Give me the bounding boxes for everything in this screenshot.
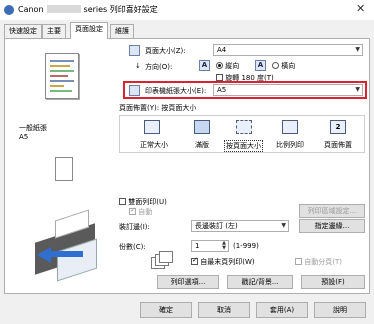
layout-scaled-icon[interactable]: [282, 120, 298, 134]
title-bar: Canon series 列印喜好設定 ✕: [0, 0, 374, 20]
printer-paper-size-select[interactable]: A5 ▼: [213, 84, 363, 96]
copies-range: (1-999): [233, 242, 259, 250]
binding-select[interactable]: 長邊裝訂 (左) ▼: [191, 220, 289, 232]
help-button[interactable]: 說明: [314, 302, 366, 318]
landscape-icon: A: [255, 60, 266, 71]
stamp-background-button[interactable]: 戳記/背景...: [227, 275, 293, 289]
printer-icon: [129, 85, 140, 96]
copies-value: 1: [195, 242, 200, 250]
landscape-radio[interactable]: [272, 62, 279, 69]
copies-label: 份數(C):: [119, 243, 146, 251]
last-page-first-option[interactable]: 自最末頁列印(W): [191, 256, 255, 267]
tab-main[interactable]: 主要: [42, 24, 66, 38]
last-page-first-checkbox[interactable]: [191, 256, 198, 265]
ok-button[interactable]: 確定: [140, 302, 192, 318]
cancel-button[interactable]: 取消: [198, 302, 250, 318]
window-title-suffix: series 列印喜好設定: [83, 5, 158, 14]
page-size-label: 頁面大小(Z):: [145, 47, 186, 55]
printer-paper-size-value: A5: [217, 86, 227, 94]
page-layout-options: 2 正常大小 滿版 按頁面大小 比例列印 頁面佈置: [119, 115, 365, 153]
collate-option[interactable]: 自動分頁(T): [295, 257, 342, 267]
layout-page-layout-icon[interactable]: 2: [330, 120, 346, 134]
layout-fit-to-page-icon[interactable]: [236, 120, 252, 134]
printer-paper-size-label: 印表機紙張大小(E):: [145, 87, 207, 95]
media-type-label: 一般紙張: [19, 124, 47, 132]
orientation-label: 方向(O):: [145, 63, 173, 71]
redacted-model-name: [46, 5, 81, 13]
layout-borderless-label[interactable]: 滿版: [195, 140, 209, 150]
window-title-brand: Canon: [18, 5, 44, 14]
layout-scaled-label[interactable]: 比例列印: [276, 140, 304, 150]
orientation-landscape-option[interactable]: 橫向: [272, 61, 295, 71]
rotate-180-checkbox[interactable]: [216, 74, 223, 81]
binding-value: 長邊裝訂 (左): [195, 222, 238, 230]
chevron-down-icon: ▼: [355, 46, 360, 53]
paper-size-label: A5: [19, 133, 29, 141]
copies-spinner[interactable]: 1 ▲ ▼: [191, 240, 229, 252]
tab-maintenance[interactable]: 維護: [110, 24, 134, 38]
duplex-option[interactable]: 雙面列印(U): [119, 197, 167, 207]
window-title: Canon series 列印喜好設定: [18, 4, 158, 15]
layout-fit-to-page-label[interactable]: 按頁面大小: [224, 140, 263, 152]
last-page-first-label: 自最末頁列印(W): [200, 258, 255, 266]
layout-borderless-icon[interactable]: [194, 120, 210, 134]
collate-checkbox[interactable]: [295, 258, 302, 265]
layout-normal-label[interactable]: 正常大小: [140, 140, 168, 150]
orientation-portrait-option[interactable]: 縱向: [216, 61, 239, 71]
page-preview: [45, 53, 79, 99]
print-options-button[interactable]: 列印選項...: [157, 275, 219, 289]
duplex-auto-label: 自動: [138, 208, 153, 216]
paper-sheet-icon: [55, 157, 73, 181]
page-layout-label: 頁面佈置(Y): 按頁面大小: [119, 104, 197, 112]
printer-illustration: [27, 209, 115, 282]
copies-stack-icon: [151, 251, 173, 271]
duplex-auto-checkbox[interactable]: [129, 206, 136, 215]
duplex-checkbox[interactable]: [119, 198, 126, 205]
layout-page-layout-label[interactable]: 頁面佈置: [324, 140, 352, 150]
duplex-auto-option[interactable]: 自動: [129, 206, 153, 217]
tab-page-setup[interactable]: 頁面設定: [70, 22, 108, 39]
specify-margin-button[interactable]: 指定邊緣...: [299, 219, 365, 233]
binding-label: 裝訂邊(I):: [119, 223, 150, 231]
tab-quick-setup[interactable]: 快速設定: [4, 24, 42, 38]
layout-normal-icon[interactable]: [144, 120, 160, 134]
portrait-label: 縱向: [225, 62, 240, 70]
defaults-button[interactable]: 預設(F): [301, 275, 365, 289]
print-area-setup-button[interactable]: 列印區域設定...: [299, 204, 365, 218]
page-size-select[interactable]: A4 ▼: [213, 44, 363, 56]
portrait-icon: A: [199, 60, 210, 71]
printer-app-icon: [4, 5, 14, 15]
collate-label: 自動分頁(T): [304, 258, 342, 266]
orientation-arrow-icon: ↓: [135, 62, 141, 70]
spinner-arrows-icon[interactable]: ▲ ▼: [222, 241, 226, 251]
page-setup-panel: 一般紙張 A5 頁面大小(Z): A4 ▼ ↓ 方向(O): A 縱向 A 橫向 …: [4, 38, 370, 294]
landscape-label: 橫向: [281, 62, 296, 70]
chevron-down-icon: ▼: [281, 222, 286, 229]
page-size-value: A4: [217, 46, 227, 54]
portrait-radio[interactable]: [216, 62, 223, 69]
duplex-label: 雙面列印(U): [128, 198, 167, 206]
chevron-down-icon: ▼: [355, 86, 360, 93]
close-icon[interactable]: ✕: [356, 2, 365, 15]
apply-button[interactable]: 套用(A): [256, 302, 308, 318]
page-size-icon: [129, 45, 140, 56]
